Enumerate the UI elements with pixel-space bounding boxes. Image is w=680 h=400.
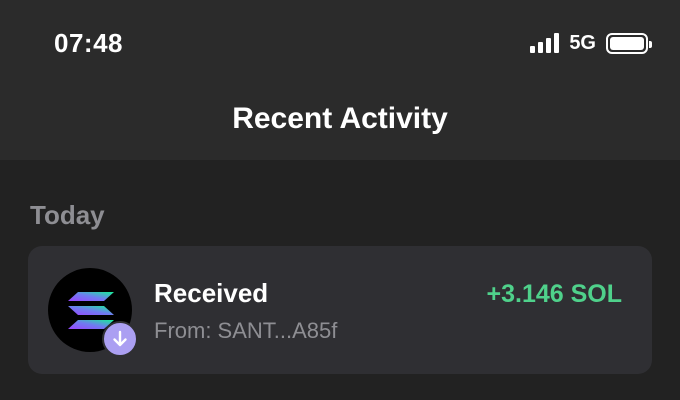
transaction-sender: From: SANT...A85f xyxy=(154,318,338,343)
transaction-card[interactable]: Received From: SANT...A85f +3.146 SOL xyxy=(28,246,652,374)
transaction-title: Received xyxy=(154,278,269,308)
network-type: 5G xyxy=(569,31,596,54)
page-title: Recent Activity xyxy=(232,102,448,135)
status-icons: 5G xyxy=(530,30,652,56)
status-time: 07:48 xyxy=(54,28,123,58)
transaction-amount: +3.146 SOL xyxy=(486,280,623,308)
section-label-today: Today xyxy=(30,200,105,230)
battery-icon xyxy=(606,32,652,54)
arrow-down-icon xyxy=(102,321,138,357)
signal-bars-icon xyxy=(530,33,560,53)
header: 07:48 5G Recent Activity xyxy=(0,0,680,160)
